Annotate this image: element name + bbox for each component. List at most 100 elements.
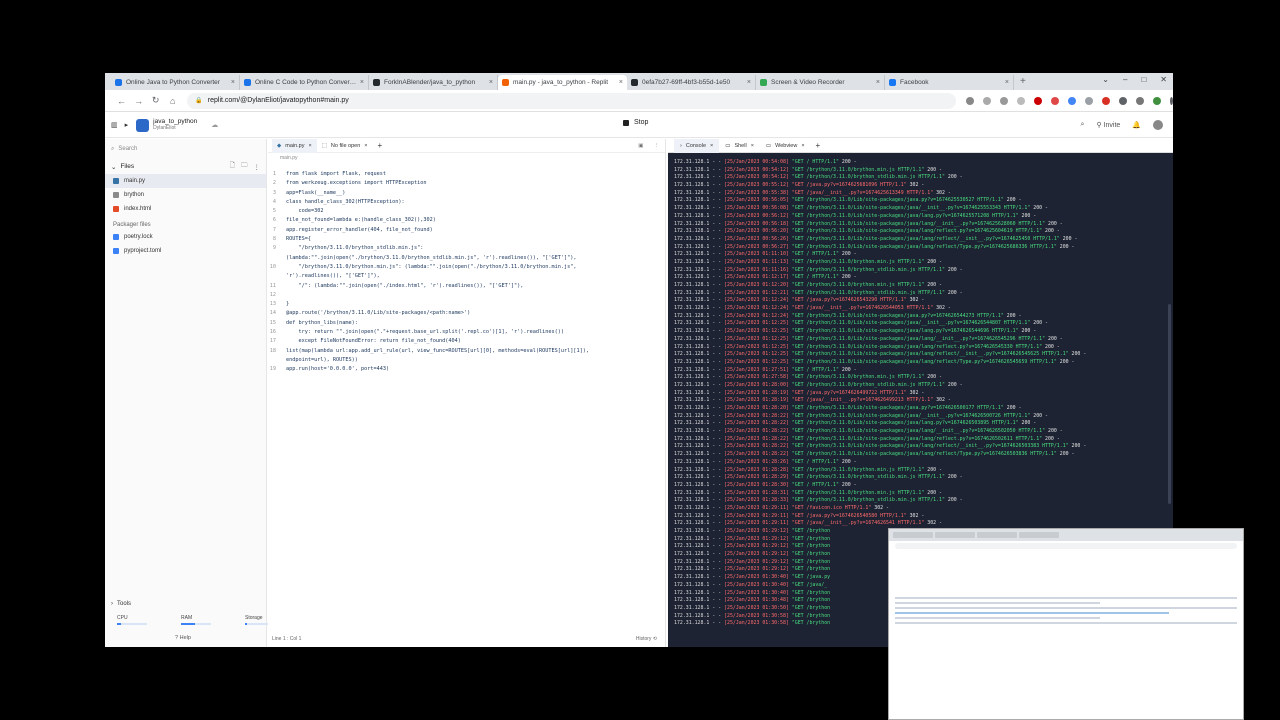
log-line: 172.31.128.1 - - [25/Jan/2023 00:56:12] … <box>674 212 1037 219</box>
history-button[interactable]: History ⟲ <box>636 636 657 642</box>
minimize-icon[interactable]: – <box>1123 75 1127 84</box>
log-ip: 172.31.128.1 <box>674 166 710 173</box>
close-icon[interactable]: × <box>489 79 493 86</box>
close-icon[interactable]: × <box>1005 79 1009 86</box>
log-date: [25/Jan/2023 01:12:25] <box>724 335 789 342</box>
user-avatar[interactable] <box>1153 120 1163 130</box>
close-icon[interactable]: × <box>801 143 804 149</box>
star-icon[interactable] <box>1017 96 1026 105</box>
close-icon[interactable]: × <box>231 79 235 86</box>
extension-icon[interactable] <box>1068 96 1077 105</box>
log-request: "GET /java.py?v=1674626543290 HTTP/1.1" <box>791 297 907 304</box>
add-tab-icon[interactable]: + <box>373 141 388 150</box>
share-icon[interactable] <box>1000 96 1009 105</box>
back-icon[interactable]: ← <box>113 96 130 106</box>
chevron-down-icon[interactable]: ⌄ <box>111 163 116 171</box>
close-icon[interactable]: × <box>364 143 367 149</box>
close-window-icon[interactable]: ✕ <box>1160 75 1167 84</box>
code-text: list(map(lambda url:app.add_url_rule(url… <box>286 347 589 354</box>
browser-tab[interactable]: ForkInABlender/java_to_python × <box>369 75 498 90</box>
browser-tab[interactable]: Online Java to Python Converter × <box>111 75 240 90</box>
log-date: [25/Jan/2023 01:28:22] <box>724 443 789 450</box>
profile-avatar[interactable] <box>1153 96 1162 105</box>
close-icon[interactable]: × <box>876 79 880 86</box>
browser-tab[interactable]: Facebook × <box>885 75 1014 90</box>
new-folder-icon[interactable]: 🗀 <box>241 161 248 172</box>
close-icon[interactable]: × <box>710 143 713 149</box>
file-item[interactable]: poetry.lock <box>105 230 266 244</box>
reload-icon[interactable]: ↻ <box>147 95 164 106</box>
file-item[interactable]: index.html <box>105 202 266 216</box>
tab-search-icon[interactable]: ⌄ <box>1102 75 1109 84</box>
replit-logo-icon[interactable]: ▸ <box>125 121 129 129</box>
tab-webview[interactable]: ▭ Webview × <box>760 139 811 153</box>
browser-tab[interactable]: main.py - java_to_python - Replit × <box>498 75 627 90</box>
close-icon[interactable]: × <box>360 79 364 86</box>
split-pane-icon[interactable]: ▣ <box>638 143 643 149</box>
help-link[interactable]: ? Help <box>175 635 191 641</box>
stop-label: Stop <box>634 119 649 126</box>
zoom-icon[interactable] <box>983 96 992 105</box>
browser-tab[interactable]: Online C Code to Python Converter × <box>240 75 369 90</box>
add-tab-icon[interactable]: + <box>811 141 826 150</box>
url-field[interactable]: 🔒 replit.com/@DylanEliot/javatopython#ma… <box>187 92 957 109</box>
new-file-icon[interactable]: 🗋 <box>230 161 235 172</box>
console-scrollbar[interactable] <box>1168 304 1171 504</box>
line-number: 15 <box>269 319 276 326</box>
tab-console[interactable]: › Console × <box>674 138 720 153</box>
log-ip: 172.31.128.1 <box>674 320 710 327</box>
browser-tab[interactable]: Screen & Video Recorder × <box>756 75 885 90</box>
log-request: "GET /java/__init__.py?v=1674626544053 H… <box>791 305 934 312</box>
extension-icon[interactable] <box>1034 96 1043 105</box>
recorder-preview-window[interactable] <box>888 528 1244 720</box>
code-area[interactable]: 1 from flask import Flask, request 2 from w… <box>268 170 666 375</box>
invite-button[interactable]: ⚲ Invite <box>1096 121 1120 129</box>
puzzle-icon[interactable] <box>1119 96 1128 105</box>
file-item[interactable]: brython <box>105 188 266 202</box>
sidebar-toggle-icon[interactable]: ▥ <box>111 121 118 129</box>
extension-icon[interactable] <box>1085 96 1094 105</box>
close-icon[interactable]: × <box>309 143 312 149</box>
preview-tab <box>893 532 933 538</box>
log-date: [25/Jan/2023 01:28:22] <box>724 428 789 435</box>
stop-button[interactable]: Stop <box>623 119 648 126</box>
code-line: 3 app=Flask(__name__) <box>268 189 666 198</box>
code-line: 10 "/brython/3.11.0/brython.min.js": (la… <box>268 263 666 272</box>
file-item[interactable]: main.py <box>105 174 266 188</box>
log-ip: 172.31.128.1 <box>674 258 710 265</box>
repl-title[interactable]: java_to_python DylanEliot <box>153 118 197 132</box>
tab-main-py[interactable]: ◆ main.py × <box>272 138 317 153</box>
maximize-icon[interactable]: □ <box>1141 75 1146 84</box>
log-request: "GET /brython/3.11.0/brython.min.js HTTP… <box>791 466 925 473</box>
kebab-menu-icon[interactable]: ⋮ <box>254 163 261 171</box>
sidebar-search[interactable]: ⌕ Search <box>111 143 260 155</box>
log-line: 172.31.128.1 - - [25/Jan/2023 01:12:24] … <box>674 312 1022 319</box>
tab-shell[interactable]: ▭ Shell × <box>719 139 760 153</box>
browser-tab-label: Facebook <box>900 79 929 86</box>
log-status: 302 - <box>909 512 925 519</box>
extension-icon[interactable] <box>1051 96 1060 105</box>
close-icon[interactable]: × <box>751 143 754 149</box>
forward-icon[interactable]: → <box>130 96 147 106</box>
log-status: 200 - <box>1006 405 1022 411</box>
file-item[interactable]: pyproject.toml <box>105 244 266 258</box>
log-ip: 172.31.128.1 <box>674 351 710 358</box>
notification-bell-icon[interactable]: 🔔 <box>1132 121 1141 129</box>
new-tab-button[interactable]: + <box>1014 75 1032 90</box>
search-icon[interactable]: ⌕ <box>1081 121 1085 129</box>
extension-icon[interactable] <box>966 96 975 105</box>
extension-icon[interactable] <box>1102 96 1111 105</box>
log-status: 200 - <box>1059 358 1075 365</box>
close-icon[interactable]: × <box>619 79 623 86</box>
kebab-menu-icon[interactable]: ⋮ <box>654 143 660 149</box>
close-icon[interactable]: × <box>747 79 751 86</box>
home-icon[interactable]: ⌂ <box>164 96 181 106</box>
browser-tab[interactable]: 0efa7b27-69ff-4bf3-b55d-1e50 × <box>627 75 756 90</box>
log-line: 172.31.128.1 - - [25/Jan/2023 01:29:11] … <box>674 520 942 527</box>
sidepanel-icon[interactable] <box>1136 96 1145 105</box>
preview-line <box>895 602 1101 604</box>
chevron-right-icon[interactable]: › <box>111 601 113 607</box>
kebab-menu-icon[interactable] <box>1170 96 1173 105</box>
tab-no-file[interactable]: ⬚ No file open × <box>317 139 373 153</box>
tools-label[interactable]: Tools <box>117 601 131 607</box>
